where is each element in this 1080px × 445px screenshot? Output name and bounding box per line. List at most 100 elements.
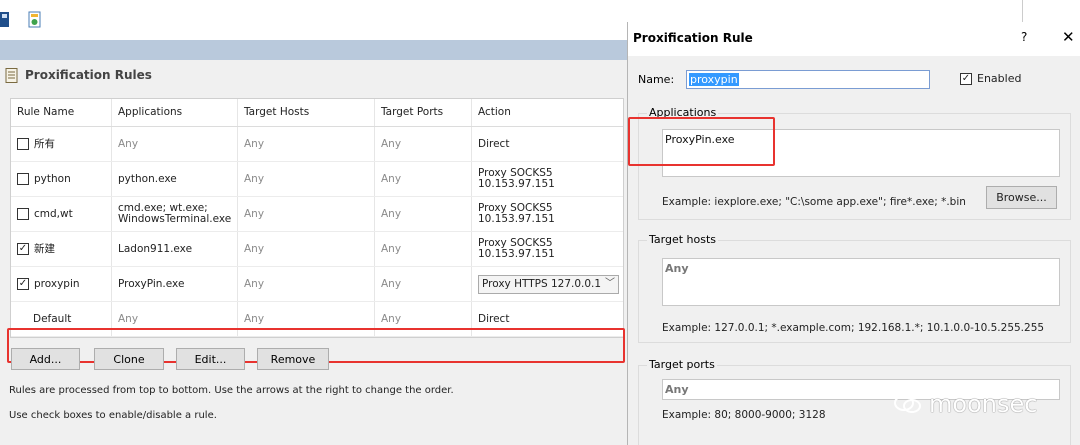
enabled-label: Enabled — [977, 72, 1022, 85]
rule-enable-checkbox[interactable] — [17, 138, 29, 150]
enabled-checkbox[interactable]: ✓ Enabled — [960, 72, 1021, 85]
rules-table: Rule Name Applications Target Hosts Targ… — [10, 98, 624, 338]
rule-name-cell: ✓ 新建 — [11, 232, 112, 266]
dialog-titlebar: Proxification Rule ? ✕ — [628, 22, 1080, 56]
rule-enable-checkbox[interactable]: ✓ — [17, 278, 29, 290]
target-ports-cell: Any — [375, 232, 472, 266]
target-hosts-cell: Any — [238, 127, 375, 161]
target-hosts-cell: Any — [238, 232, 375, 266]
rule-name-cell-text: 新建 — [34, 242, 55, 255]
rules-panel-title: Proxification Rules — [25, 68, 152, 82]
table-body: 所有 Any Any Any Direct python python.exe Any Any P… — [11, 127, 623, 337]
rules-order-hint: Rules are processed from top to bottom. … — [9, 385, 454, 396]
name-field[interactable]: proxypin — [686, 70, 930, 89]
target-ports-cell-text: Any — [381, 207, 402, 220]
rule-enable-checkbox[interactable] — [17, 208, 29, 220]
header-strip — [0, 40, 630, 60]
target-ports-group-title: Target ports — [647, 358, 717, 371]
rule-name-cell: cmd,wt — [11, 197, 112, 231]
target-ports-cell: Any — [375, 197, 472, 231]
rule-enable-checkbox[interactable] — [17, 173, 29, 185]
target-hosts-example: Example: 127.0.0.1; *.example.com; 192.1… — [662, 322, 1045, 334]
target-hosts-input[interactable]: Any — [662, 258, 1060, 306]
target-hosts-group: Target hosts Any Example: 127.0.0.1; *.e… — [638, 233, 1071, 343]
applications-cell: python.exe — [112, 162, 238, 196]
watermark: moonsec — [893, 390, 1037, 418]
action-text: Direct — [478, 137, 510, 150]
action-dropdown[interactable]: Proxy HTTPS 127.0.0.1 ﹀ — [478, 274, 619, 294]
applications-cell: ProxyPin.exe — [112, 267, 238, 301]
rule-name-cell: python — [11, 162, 112, 196]
applications-example: Example: iexplore.exe; "C:\some app.exe"… — [662, 196, 966, 208]
name-label: Name: — [638, 73, 675, 86]
enabled-check-icon: ✓ — [960, 72, 972, 85]
rule-name-cell-text: cmd,wt — [34, 207, 73, 220]
rule-name-cell-text: proxypin — [34, 277, 80, 290]
table-row[interactable]: python python.exe Any Any Proxy SOCKS5 10.15… — [11, 162, 623, 197]
action-cell: Direct — [472, 127, 623, 161]
action-text: Proxy SOCKS5 10.153.97.151 — [478, 237, 555, 260]
target-hosts-group-title: Target hosts — [647, 233, 719, 246]
rules-list-icon — [5, 67, 18, 83]
add-rule-button[interactable]: Add... — [11, 348, 80, 370]
help-icon[interactable]: ? — [1021, 30, 1027, 44]
applications-cell: Ladon911.exe — [112, 232, 238, 266]
target-hosts-cell-text: Any — [244, 137, 265, 150]
col-applications[interactable]: Applications — [112, 99, 238, 126]
target-hosts-cell: Any — [238, 267, 375, 301]
col-action[interactable]: Action — [472, 99, 623, 126]
rule-name-cell-text: Default — [33, 312, 72, 325]
action-text: Direct — [478, 312, 510, 325]
profile-icon[interactable] — [27, 11, 43, 29]
clone-rule-button[interactable]: Clone — [94, 348, 164, 370]
target-hosts-cell-text: Any — [244, 207, 265, 220]
action-dropdown-value: Proxy HTTPS 127.0.0.1 — [482, 277, 602, 290]
target-hosts-cell-text: Any — [244, 172, 265, 185]
table-row[interactable]: ✓ proxypin ProxyPin.exe Any Any Proxy HTTPS 1… — [11, 267, 623, 302]
rules-panel: Proxification Rules Rule Name Applicatio… — [0, 60, 630, 445]
target-ports-cell: Any — [375, 127, 472, 161]
col-target-ports[interactable]: Target Ports — [375, 99, 472, 126]
table-row[interactable]: ✓ 新建 Ladon911.exe Any Any Proxy SOCKS5 10.153… — [11, 232, 623, 267]
action-cell: Proxy HTTPS 127.0.0.1 ﹀ — [472, 267, 623, 301]
rule-enable-checkbox[interactable]: ✓ — [17, 243, 29, 255]
target-ports-cell: Any — [375, 162, 472, 196]
rules-checkbox-hint: Use check boxes to enable/disable a rule… — [9, 410, 217, 421]
table-row[interactable]: cmd,wt cmd.exe; wt.exe; WindowsTerminal.e… — [11, 197, 623, 232]
proxification-rule-dialog: Proxification Rule ? ✕ Name: proxypin ✓ … — [627, 22, 1080, 445]
applications-cell-text: ProxyPin.exe — [118, 277, 185, 290]
target-hosts-cell: Any — [238, 197, 375, 231]
highlight-applications — [628, 117, 775, 166]
target-hosts-cell: Any — [238, 162, 375, 196]
rule-name-cell: 所有 — [11, 127, 112, 161]
remove-rule-button[interactable]: Remove — [257, 348, 329, 370]
table-row[interactable]: 所有 Any Any Any Direct — [11, 127, 623, 162]
applications-cell-text: Ladon911.exe — [118, 242, 193, 255]
target-ports-cell-text: Any — [381, 172, 402, 185]
action-cell: Proxy SOCKS5 10.153.97.151 — [472, 232, 623, 266]
action-text: Proxy SOCKS5 10.153.97.151 — [478, 167, 555, 190]
close-icon[interactable]: ✕ — [1062, 28, 1075, 46]
target-ports-cell-text: Any — [381, 277, 402, 290]
target-hosts-cell-text: Any — [244, 242, 265, 255]
applications-cell-text: Any — [118, 137, 139, 150]
action-cell: Proxy SOCKS5 10.153.97.151 — [472, 197, 623, 231]
chevron-down-icon[interactable]: ﹀ — [605, 278, 615, 289]
rule-name-cell: ✓ proxypin — [11, 267, 112, 301]
browse-button[interactable]: Browse... — [986, 186, 1057, 209]
edit-rule-button[interactable]: Edit... — [176, 348, 245, 370]
wechat-icon — [894, 395, 921, 413]
applications-cell-text: Any — [118, 312, 139, 325]
col-rule-name[interactable]: Rule Name — [11, 99, 112, 126]
watermark-text: moonsec — [929, 390, 1038, 418]
name-field-value: proxypin — [689, 73, 739, 86]
applications-cell-text: python.exe — [118, 172, 177, 185]
action-cell: Proxy SOCKS5 10.153.97.151 — [472, 162, 623, 196]
target-hosts-cell-text: Any — [244, 312, 265, 325]
col-target-hosts[interactable]: Target Hosts — [238, 99, 375, 126]
rule-name-cell-text: python — [34, 172, 71, 185]
save-icon[interactable] — [0, 11, 16, 29]
target-ports-cell-text: Any — [381, 242, 402, 255]
rules-panel-header: Proxification Rules — [5, 66, 152, 84]
applications-cell: Any — [112, 127, 238, 161]
